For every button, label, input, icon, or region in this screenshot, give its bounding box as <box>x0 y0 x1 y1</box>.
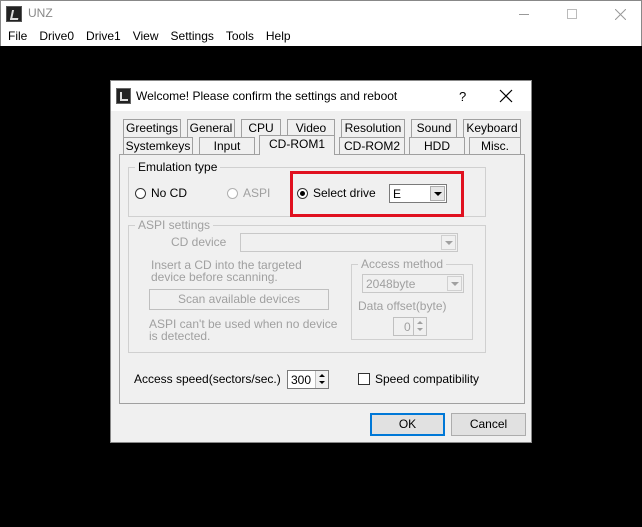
tab-keyboard[interactable]: Keyboard <box>463 119 521 137</box>
chevron-down-icon <box>447 276 462 291</box>
app-title: UNZ <box>28 6 53 20</box>
access-method-legend: Access method <box>358 257 447 271</box>
tab-hdd[interactable]: HDD <box>409 137 465 155</box>
access-method-select[interactable]: 2048byte <box>362 274 464 293</box>
radio-aspi[interactable]: ASPI <box>227 186 270 200</box>
menu-view[interactable]: View <box>127 26 165 46</box>
radio-no-cd-label: No CD <box>151 186 188 200</box>
menu-file[interactable]: File <box>2 26 33 46</box>
insert-cd-text-2: device before scanning. <box>151 270 278 284</box>
dialog-title: Welcome! Please confirm the settings and… <box>136 89 398 103</box>
menu-help[interactable]: Help <box>260 26 297 46</box>
aspi-settings-group: ASPI settings CD device Insert a CD into… <box>128 218 486 353</box>
tab-greetings[interactable]: Greetings <box>123 119 181 137</box>
app-icon <box>6 6 22 22</box>
highlight-box <box>290 171 464 217</box>
access-method-value: 2048byte <box>366 277 416 291</box>
menu-drive1[interactable]: Drive1 <box>80 26 127 46</box>
data-offset-spinner[interactable]: 0 <box>393 317 427 336</box>
access-speed-spinner[interactable]: 300 <box>287 370 329 389</box>
menu-tools[interactable]: Tools <box>220 26 260 46</box>
maximize-button[interactable] <box>549 1 595 27</box>
tab-misc[interactable]: Misc. <box>469 137 521 155</box>
chevron-down-icon <box>441 235 456 250</box>
access-speed-spin-buttons[interactable] <box>315 371 328 388</box>
tab-general[interactable]: General <box>187 119 235 137</box>
tab-cd-rom1[interactable]: CD-ROM1 <box>259 135 335 155</box>
data-offset-label: Data offset(byte) <box>358 299 447 313</box>
dialog-close-icon[interactable] <box>499 89 513 103</box>
tab-sound[interactable]: Sound <box>411 119 457 137</box>
app-titlebar: UNZ <box>0 0 642 26</box>
ok-button[interactable]: OK <box>370 413 445 436</box>
tab-resolution[interactable]: Resolution <box>341 119 405 137</box>
close-icon <box>614 8 626 20</box>
emulation-type-legend: Emulation type <box>135 160 221 174</box>
cd-rom1-panel: Emulation type No CD ASPI Select drive E… <box>119 154 525 404</box>
radio-aspi-label: ASPI <box>243 186 271 200</box>
cd-device-label: CD device <box>171 235 227 249</box>
maximize-icon <box>567 9 577 19</box>
speed-compatibility-label: Speed compatibility <box>375 372 480 386</box>
tab-cd-rom2[interactable]: CD-ROM2 <box>339 137 405 155</box>
data-offset-spin-buttons[interactable] <box>413 318 426 335</box>
dialog-titlebar: Welcome! Please confirm the settings and… <box>111 81 531 111</box>
menu-bar: File Drive0 Drive1 View Settings Tools H… <box>0 26 642 46</box>
access-speed-value: 300 <box>291 373 312 387</box>
radio-aspi-indicator <box>227 187 238 199</box>
radio-no-cd[interactable]: No CD <box>135 186 187 200</box>
menu-settings[interactable]: Settings <box>165 26 220 46</box>
access-method-group: Access method 2048byte Data offset(byte)… <box>351 257 473 340</box>
minimize-button[interactable] <box>501 1 547 27</box>
menu-drive0[interactable]: Drive0 <box>33 26 80 46</box>
data-offset-value: 0 <box>404 320 411 334</box>
speed-compatibility-checkbox[interactable]: Speed compatibility <box>358 372 479 386</box>
scan-devices-button[interactable]: Scan available devices <box>149 289 329 310</box>
minimize-icon <box>519 13 529 15</box>
aspi-settings-legend: ASPI settings <box>135 218 214 232</box>
radio-no-cd-indicator <box>135 187 146 199</box>
close-button[interactable] <box>597 1 642 27</box>
tab-input[interactable]: Input <box>199 137 255 155</box>
speed-compatibility-box <box>358 373 370 385</box>
dialog-app-icon <box>116 88 131 104</box>
cancel-button[interactable]: Cancel <box>451 413 526 436</box>
cd-device-select[interactable] <box>240 233 458 252</box>
settings-dialog: Welcome! Please confirm the settings and… <box>110 80 532 443</box>
access-speed-label: Access speed(sectors/sec.) <box>134 372 281 386</box>
aspi-unavailable-text-2: is detected. <box>149 329 211 343</box>
help-button[interactable]: ? <box>459 89 466 104</box>
tab-systemkeys[interactable]: Systemkeys <box>123 137 193 155</box>
